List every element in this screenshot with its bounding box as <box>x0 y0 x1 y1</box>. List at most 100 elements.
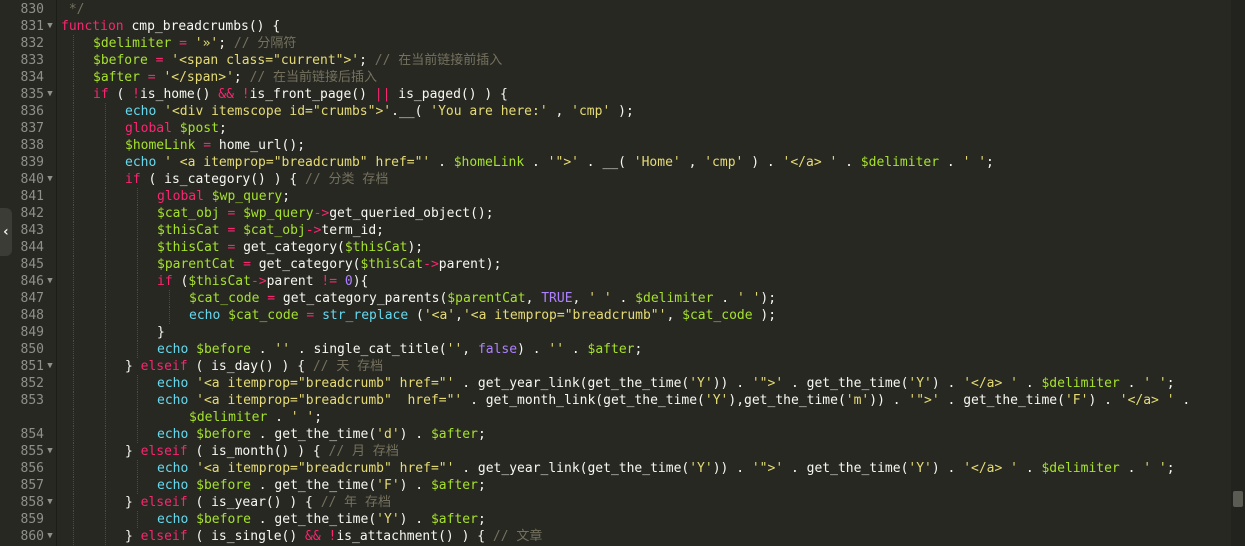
code-line[interactable]: $thisCat = get_category($thisCat); <box>57 239 1231 256</box>
code-line[interactable]: } <box>57 324 1231 341</box>
code-token: . <box>939 155 963 170</box>
code-text: } elseif ( is_year() ) { // 年 存档 <box>125 494 391 511</box>
code-token: , <box>547 104 572 119</box>
code-line[interactable]: echo $before . '' . single_cat_title('',… <box>57 341 1231 358</box>
indent-guide <box>105 341 106 358</box>
code-token: . <box>1119 461 1144 476</box>
code-line[interactable]: echo '<a itemprop="breadcrumb" href="' .… <box>57 375 1231 392</box>
line-number: 840 <box>20 172 44 187</box>
code-line[interactable]: echo '<a itemprop="breadcrumb" href="' .… <box>57 460 1231 477</box>
code-token: -> <box>250 274 267 289</box>
code-line[interactable]: } elseif ( is_day() ) { // 天 存档 <box>57 358 1231 375</box>
code-line[interactable]: echo '<div itemscope id="crumbs">'.__( '… <box>57 103 1231 120</box>
code-token: . get_the_time( <box>783 461 909 476</box>
code-line[interactable]: $cat_obj = $wp_query->get_queried_object… <box>57 205 1231 222</box>
indent-guide <box>105 137 106 154</box>
code-line[interactable]: $parentCat = get_category($thisCat->pare… <box>57 256 1231 273</box>
fold-toggle-icon[interactable]: ▼ <box>45 86 55 103</box>
line-number: 845 <box>20 257 44 272</box>
fold-toggle-icon[interactable]: ▼ <box>45 18 55 35</box>
code-line[interactable]: global $wp_query; <box>57 188 1231 205</box>
code-token: ) . <box>399 427 431 442</box>
code-token: . <box>837 155 861 170</box>
code-token: $delimiter <box>189 410 268 425</box>
code-token: $after <box>430 478 478 493</box>
code-token: 'd' <box>376 427 400 442</box>
code-text: if ($thisCat->parent != 0){ <box>157 273 368 290</box>
code-line[interactable]: echo $before . get_the_time('F') . $afte… <box>57 477 1231 494</box>
code-token: echo <box>189 308 221 323</box>
code-token: 'Y' <box>908 461 932 476</box>
code-line[interactable]: if ($thisCat->parent != 0){ <box>57 273 1231 290</box>
code-token: $thisCat <box>157 240 220 255</box>
line-number: 830 <box>20 2 44 17</box>
code-line[interactable]: */ <box>57 1 1231 18</box>
code-line[interactable]: } elseif ( is_year() ) { // 年 存档 <box>57 494 1231 511</box>
fold-toggle-icon[interactable]: ▼ <box>45 171 55 188</box>
collapse-panel-button[interactable]: ‹ <box>0 208 12 256</box>
code-line[interactable]: $before = '<span class="current">'; // 在… <box>57 52 1231 69</box>
code-token: )) . <box>712 461 752 476</box>
code-token: ( is_day() ) { <box>187 359 313 374</box>
code-token: ; <box>477 512 486 527</box>
code-line[interactable]: $delimiter = '»'; // 分隔符 <box>57 35 1231 52</box>
code-line[interactable]: $homeLink = home_url(); <box>57 137 1231 154</box>
code-line[interactable]: global $post; <box>57 120 1231 137</box>
code-line[interactable]: echo $cat_code = str_replace ('<a','<a i… <box>57 307 1231 324</box>
code-token: } <box>125 444 141 459</box>
indent-guide <box>169 307 170 324</box>
vertical-scrollbar[interactable] <box>1231 0 1245 546</box>
code-token: . <box>713 291 737 306</box>
code-token: get_queried_object(); <box>329 206 494 221</box>
code-line[interactable]: $thisCat = $cat_obj->term_id; <box>57 222 1231 239</box>
scrollbar-thumb[interactable] <box>1233 491 1243 507</box>
code-line[interactable]: if ( is_category() ) { // 分类 存档 <box>57 171 1231 188</box>
code-token: ); <box>752 308 777 323</box>
fold-toggle-icon[interactable]: ▼ <box>45 443 55 460</box>
code-token: $post <box>179 121 219 136</box>
fold-toggle-icon[interactable]: ▼ <box>45 528 55 545</box>
line-number: 832 <box>20 36 44 51</box>
code-line[interactable]: if ( !is_home() && !is_front_page() || i… <box>57 86 1231 103</box>
code-line[interactable]: echo '<a itemprop="breadcrumb" href="' .… <box>57 392 1231 409</box>
indent-guide <box>105 154 106 171</box>
code-token: . <box>1018 461 1042 476</box>
code-token: $parentCat <box>447 291 526 306</box>
code-token: $before <box>93 53 148 68</box>
code-line-wrapped[interactable]: $delimiter . ' '; <box>57 409 1231 426</box>
fold-toggle-icon[interactable]: ▼ <box>45 358 55 375</box>
fold-toggle-icon[interactable]: ▼ <box>45 273 55 290</box>
code-editor[interactable]: 830 831 ▼ 832 833 834 835 ▼ 836 837 838 839 840 ▼ 841 8… <box>0 0 1245 546</box>
code-line[interactable]: echo $before . get_the_time('d') . $afte… <box>57 426 1231 443</box>
code-token: , <box>455 308 463 323</box>
code-token: '</a> ' <box>782 155 838 170</box>
code-line[interactable]: $after = '</span>'; // 在当前链接后插入 <box>57 69 1231 86</box>
line-number: 855 <box>20 444 44 459</box>
code-token: ' ' <box>1143 376 1167 391</box>
code-line[interactable]: echo ' <a itemprop="breadcrumb" href="' … <box>57 154 1231 171</box>
code-line[interactable]: } elseif ( is_single() && !is_attachment… <box>57 528 1231 545</box>
code-line[interactable]: function cmp_breadcrumbs() { <box>57 18 1231 35</box>
code-token: } <box>125 495 141 510</box>
code-area[interactable]: */function cmp_breadcrumbs() {$delimiter… <box>57 0 1231 546</box>
code-token: parent <box>266 274 322 289</box>
code-token: ); <box>407 240 424 255</box>
code-token: = <box>203 138 212 153</box>
code-line[interactable]: echo $before . get_the_time('Y') . $afte… <box>57 511 1231 528</box>
code-token: echo <box>157 512 189 527</box>
indent-guide <box>105 358 106 375</box>
code-token: $thisCat <box>360 257 424 272</box>
code-line[interactable]: } elseif ( is_month() ) { // 月 存档 <box>57 443 1231 460</box>
code-token: $before <box>196 342 251 357</box>
code-text: global $wp_query; <box>157 188 290 205</box>
code-token: global <box>125 121 172 136</box>
fold-toggle-icon[interactable]: ▼ <box>45 494 55 511</box>
code-token: . <box>611 291 636 306</box>
code-line[interactable]: $cat_code = get_category_parents($parent… <box>57 290 1231 307</box>
code-token: , <box>462 342 478 357</box>
code-token: } <box>125 359 141 374</box>
code-token: '' <box>274 342 291 357</box>
